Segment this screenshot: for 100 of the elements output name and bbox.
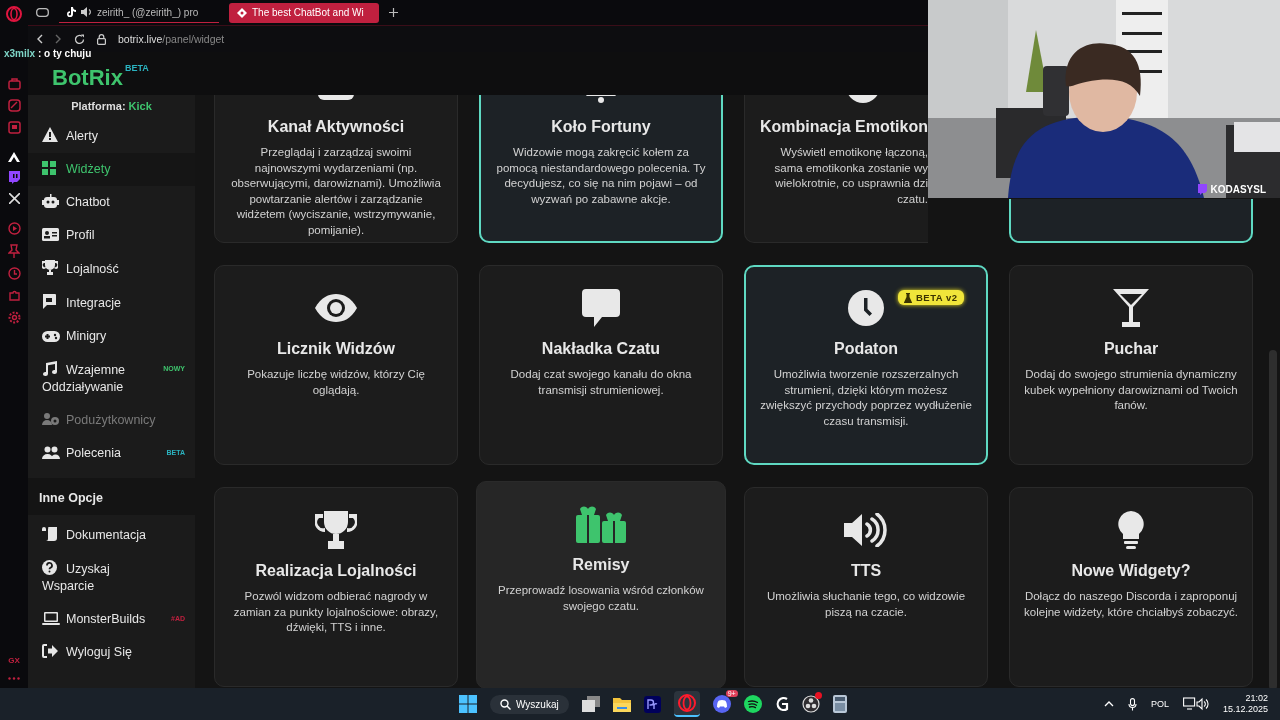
- nav-link[interactable]: Integracje: [28, 294, 121, 312]
- nav-link[interactable]: Wzajemne Oddziaływanie: [28, 361, 162, 396]
- nav-link[interactable]: Profil: [28, 227, 95, 244]
- language-indicator[interactable]: POL: [1150, 699, 1169, 709]
- x-icon[interactable]: [8, 193, 20, 204]
- tab-title: zeirith_ (@zeirith_) pro: [97, 6, 199, 18]
- widget-card[interactable]: [1009, 199, 1253, 243]
- nav-link[interactable]: Chatbot: [28, 194, 110, 211]
- card-description: Umożliwia tworzenie rozszerzalnych strumieni, dzięki którym możesz zwiększyć przychody poprzez wydłużenie czasu transmisji.: [760, 367, 972, 429]
- address-field[interactable]: botrix.live/panel/widget: [118, 33, 225, 45]
- new-tab-icon[interactable]: [389, 8, 398, 17]
- play-icon[interactable]: [7, 222, 21, 235]
- widget-card[interactable]: TTS Umożliwia słuchanie tego, co widzowie piszą na czacie.: [744, 487, 988, 687]
- hook-icon[interactable]: [774, 696, 789, 712]
- settings-icon[interactable]: [7, 311, 21, 324]
- nav-link[interactable]: Dokumentacja: [28, 527, 146, 544]
- forward-icon[interactable]: [55, 34, 62, 44]
- bag-icon[interactable]: [7, 78, 21, 90]
- card-title: Kombinacja Emotikon: [759, 118, 928, 136]
- search-field[interactable]: Wyszukaj: [490, 694, 569, 714]
- nav-link[interactable]: Alerty: [28, 127, 98, 145]
- widget-card[interactable]: Remisy Przeprowadź losowania wśród członków swojego czatu.: [476, 481, 726, 688]
- clock[interactable]: 21:02 15.12.2025: [1222, 693, 1268, 715]
- premiere-icon[interactable]: [643, 695, 661, 713]
- reload-icon[interactable]: [74, 33, 85, 45]
- browser-tab[interactable]: The best ChatBot and Wi: [229, 2, 379, 23]
- channel-name: KODASYSL: [1210, 184, 1266, 195]
- nav-link[interactable]: Wyloguj Się: [28, 644, 132, 661]
- clock-icon[interactable]: [7, 267, 21, 280]
- more-icon[interactable]: [8, 677, 20, 680]
- twitch-icon[interactable]: [8, 171, 20, 184]
- card-description: Pokazuje liczbę widzów, którzy Cię oglądają.: [246, 367, 426, 398]
- messenger-icon[interactable]: [7, 121, 21, 134]
- card-description: Pozwól widzom odbierać nagrody w zamian za punkty lojalnościowe: obrazy, dźwięki, TTS i inne.: [232, 589, 440, 635]
- scroll-icon: [42, 527, 59, 541]
- folder-icon[interactable]: [612, 696, 631, 712]
- obs-icon[interactable]: [801, 695, 820, 713]
- speaker-icon[interactable]: [81, 7, 92, 17]
- card-description: Wyświetl emotikonę łączoną, sama emotikonka zostanie wy wielokrotnie, co usprawnia dzi czatu.: [774, 145, 928, 207]
- id-card-icon: [42, 228, 59, 241]
- card-title: Kanał Aktywności: [267, 118, 405, 136]
- grid-icon: [42, 161, 56, 175]
- nav-link[interactable]: Minigry: [28, 328, 107, 345]
- opera-logo[interactable]: [6, 6, 22, 22]
- widget-card[interactable]: Kombinacja Emotikon Wyświetl emotikonę łączoną, sama emotikonka zostanie wy wielokrotnie, co usprawnia dzi czatu.: [744, 95, 928, 243]
- search-icon: [500, 698, 511, 710]
- beta-label: BETA: [124, 63, 149, 73]
- card-title: Licznik Widzów: [276, 340, 396, 358]
- gamepad-icon: [42, 331, 60, 342]
- browser-tab[interactable]: zeirith_ (@zeirith_) pro: [59, 2, 219, 23]
- puzzle-icon[interactable]: [7, 289, 21, 302]
- gamepad-icon[interactable]: [36, 8, 49, 17]
- eye-icon: [315, 294, 357, 322]
- widget-card[interactable]: Koło Fortuny Widzowie mogą zakręcić kołem za pomocą niestandardowego polecenia. Ty decydujesz, co się na nim pojawi – od wyzwań po zabawne akcje.: [479, 95, 723, 243]
- pin-icon[interactable]: [8, 244, 20, 258]
- widget-card[interactable]: Nakładka Czatu Dodaj czat swojego kanału do okna transmisji strumieniowej.: [479, 265, 723, 465]
- nav-link[interactable]: Polecenia: [28, 445, 121, 462]
- microphone-icon[interactable]: [1127, 697, 1137, 711]
- flask-icon: [904, 292, 912, 303]
- card-title: Realizacja Lojalności: [255, 562, 417, 580]
- opera-icon[interactable]: [677, 694, 696, 712]
- back-icon[interactable]: [36, 34, 43, 44]
- nav-link[interactable]: MonsterBuilds: [28, 611, 146, 628]
- nav-link[interactable]: Lojalność: [28, 260, 119, 278]
- discord-icon[interactable]: [712, 695, 731, 713]
- spotify-icon[interactable]: [743, 695, 762, 713]
- widget-card[interactable]: Puchar Dodaj do swojego strumienia dynamiczny kubek wypełniony darowiznami od Twoich fanów.: [1009, 265, 1253, 465]
- widget-card[interactable]: Licznik Widzów Pokazuje liczbę widzów, którzy Cię oglądają.: [214, 265, 458, 465]
- laptop-icon: [42, 612, 60, 625]
- card-title: Koło Fortuny: [551, 118, 651, 136]
- card-title: TTS: [850, 562, 882, 580]
- botrix-logo[interactable]: BotRix: [52, 65, 123, 95]
- calculator-icon[interactable]: [832, 695, 847, 713]
- card-description: Przeprowadź losowania wśród członków swojego czatu.: [497, 583, 705, 614]
- media-icon[interactable]: [7, 99, 21, 112]
- card-description: Widzowie mogą zakręcić kołem za pomocą niestandardowego polecenia. Ty decydujesz, co się na nim pojawi – od wyzwań po zabawne akcje.: [495, 145, 707, 207]
- card-description: Dodaj do swojego strumienia dynamiczny kubek wypełniony darowiznami od Twoich fanów.: [1024, 367, 1238, 413]
- widget-card[interactable]: Nowe Widgety? Dołącz do naszego Discorda i zaproponuj kolejne widżety, które chciałbyś zobaczyć.: [1009, 487, 1253, 687]
- widget-card[interactable]: BETA v2 Podaton Umożliwia tworzenie rozszerzalnych strumieni, dzięki którym możesz zwiększyć przychody poprzez wydłużenie czasu transmisji.: [744, 265, 988, 465]
- kick-icon[interactable]: [8, 152, 20, 162]
- widget-card[interactable]: Realizacja Lojalności Pozwól widzom odbierać nagrody w zamian za punkty lojalnościowe: obrazy, dźwięki, TTS i inne.: [214, 487, 458, 687]
- widget-card[interactable]: Kanał Aktywności Przeglądaj i zarządzaj swoimi najnowszymi wydarzeniami (np. obserwującymi, darowiznami). Umożliwia powtarzanie alertów i zarządzanie widżetem (wyciszanie, wstrzymywanie, pomijanie).: [214, 95, 458, 243]
- chevron-up-icon[interactable]: [1103, 701, 1114, 707]
- speech-bubble-icon: [582, 289, 620, 327]
- lightbulb-icon: [1118, 511, 1144, 549]
- trophy-icon: [42, 260, 58, 275]
- lock-icon: [97, 33, 106, 45]
- card-description: Umożliwia słuchanie tego, co widzowie piszą na czacie.: [765, 589, 967, 620]
- badge-text: BETA v2: [916, 292, 958, 303]
- twitch-icon: [1197, 184, 1208, 195]
- task-view-icon[interactable]: [581, 696, 600, 712]
- windows-start-icon[interactable]: [459, 695, 477, 713]
- users-gear-icon: [42, 412, 60, 426]
- nav-link[interactable]: Uzyskaj Wsparcie: [28, 560, 162, 595]
- network-sound-icon[interactable]: [1182, 697, 1209, 711]
- card-title: Remisy: [572, 556, 630, 574]
- card-title: Podaton: [834, 340, 898, 358]
- notification-dot: [814, 692, 822, 699]
- diamond-icon: [237, 7, 247, 18]
- scrollbar-thumb[interactable]: [1269, 350, 1277, 690]
